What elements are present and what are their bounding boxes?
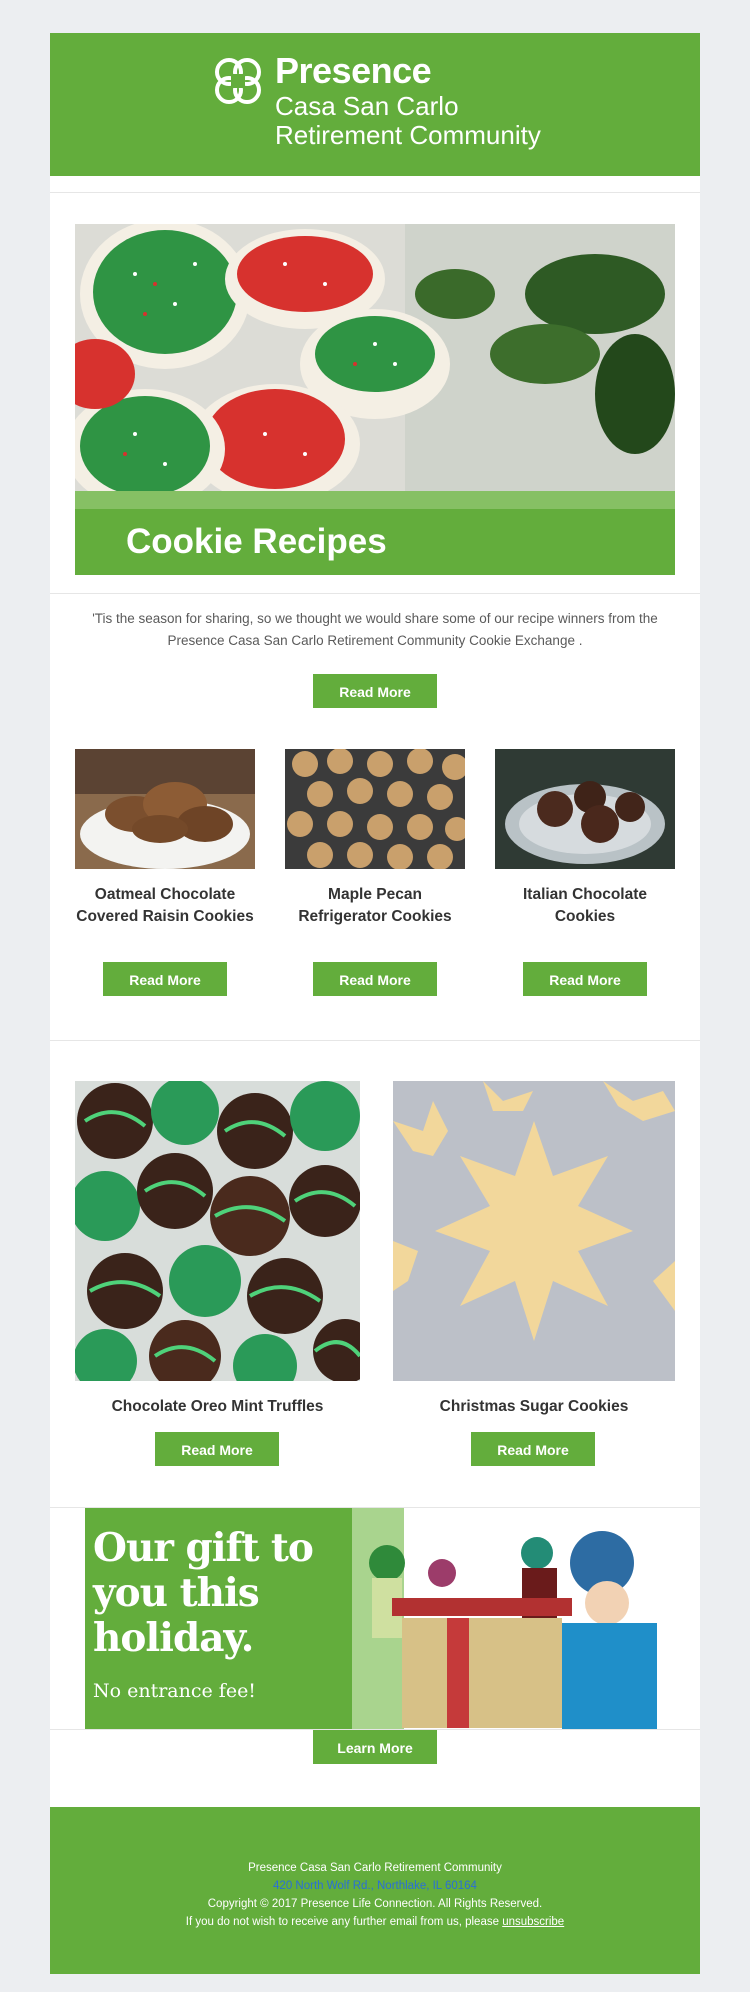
footer-copyright: Copyright © 2017 Presence Life Connectio…	[207, 1898, 543, 1910]
brand-text: Presence Casa San Carlo Retirement Commu…	[275, 50, 541, 151]
recipe-button-wrap: Read More	[155, 1432, 279, 1466]
hero-strip	[75, 491, 675, 509]
recipe-button-wrap: Read More	[313, 962, 437, 996]
hero-title: Cookie Recipes	[126, 522, 387, 561]
gift-subline: No entrance fee!	[93, 1680, 256, 1702]
italian-chocolate-read-more-button[interactable]: Read More	[523, 962, 647, 996]
mint-truffles-read-more-button[interactable]: Read More	[155, 1432, 279, 1466]
gift-banner[interactable]: Our gift to you this holiday. No entranc…	[85, 1508, 665, 1730]
gift-text-panel: Our gift to you this holiday. No entranc…	[85, 1508, 352, 1730]
email-footer: Presence Casa San Carlo Retirement Commu…	[50, 1807, 700, 1974]
oatmeal-read-more-button[interactable]: Read More	[103, 962, 227, 996]
hero-title-band: Cookie Recipes	[75, 509, 675, 575]
recipe-button-wrap: Read More	[523, 962, 647, 996]
sugar-cookies-photo-icon[interactable]	[393, 1081, 675, 1381]
recipe-title: Oatmeal Chocolate Covered Raisin Cookies	[76, 886, 254, 925]
gift-headline-line-2: you this	[93, 1570, 260, 1616]
learn-more-button[interactable]: Learn More	[313, 1730, 437, 1764]
intro-read-more-wrap: Read More	[313, 674, 437, 708]
footer-org: Presence Casa San Carlo Retirement Commu…	[248, 1862, 502, 1874]
presence-logo-icon	[215, 58, 261, 104]
gift-headline-line-1: Our gift to	[93, 1525, 314, 1571]
brand-name: Presence	[275, 50, 432, 91]
footer-text: Presence Casa San Carlo Retirement Commu…	[50, 1859, 700, 1931]
brand-line-3: Retirement Community	[275, 120, 541, 150]
maple-pecan-cookies-photo-icon[interactable]	[285, 749, 465, 869]
intro-text: 'Tis the season for sharing, so we thoug…	[92, 611, 658, 648]
hero-banner[interactable]: Cookie Recipes	[75, 224, 675, 575]
footer-unsubscribe-line: If you do not wish to receive any furthe…	[50, 1913, 700, 1931]
recipe-button-wrap: Read More	[471, 1432, 595, 1466]
sugar-cookies-read-more-button[interactable]: Read More	[471, 1432, 595, 1466]
intro-read-more-button[interactable]: Read More	[313, 674, 437, 708]
recipe-title: Chocolate Oreo Mint Truffles	[111, 1398, 324, 1415]
recipe-button-wrap: Read More	[103, 962, 227, 996]
mint-truffles-photo-icon[interactable]	[75, 1081, 360, 1381]
oatmeal-cookies-photo-icon[interactable]	[75, 749, 255, 869]
divider	[50, 593, 700, 594]
recipe-card: Italian Chocolate Cookies	[495, 749, 675, 928]
gift-headline-line-3: holiday.	[93, 1615, 254, 1661]
recipe-card: Oatmeal Chocolate Covered Raisin Cookies	[75, 749, 255, 928]
gift-button-wrap: Learn More	[313, 1730, 437, 1764]
recipe-card: Maple Pecan Refrigerator Cookies	[285, 749, 465, 928]
footer-address-link[interactable]: 420 North Wolf Rd., Northlake, IL 60164	[50, 1877, 700, 1895]
unsubscribe-link[interactable]: unsubscribe	[502, 1916, 564, 1928]
brand-line-2: Casa San Carlo	[275, 91, 459, 121]
recipe-card: Chocolate Oreo Mint Truffles	[75, 1081, 360, 1418]
italian-chocolate-cookies-photo-icon[interactable]	[495, 749, 675, 869]
divider	[50, 1040, 700, 1041]
gift-headline: Our gift to you this holiday.	[93, 1525, 314, 1661]
holiday-cookies-photo-icon	[75, 224, 675, 491]
maple-pecan-read-more-button[interactable]: Read More	[313, 962, 437, 996]
recipe-card: Christmas Sugar Cookies	[393, 1081, 675, 1418]
recipe-title: Christmas Sugar Cookies	[439, 1398, 629, 1415]
recipe-title: Italian Chocolate Cookies	[522, 886, 648, 925]
footer-unsub-prefix: If you do not wish to receive any furthe…	[185, 1916, 503, 1928]
email-header: Presence Casa San Carlo Retirement Commu…	[50, 33, 700, 176]
email-container: Presence Casa San Carlo Retirement Commu…	[50, 33, 700, 1974]
holiday-gift-photo-icon	[352, 1508, 665, 1730]
recipe-title: Maple Pecan Refrigerator Cookies	[298, 886, 452, 925]
divider	[50, 192, 700, 193]
